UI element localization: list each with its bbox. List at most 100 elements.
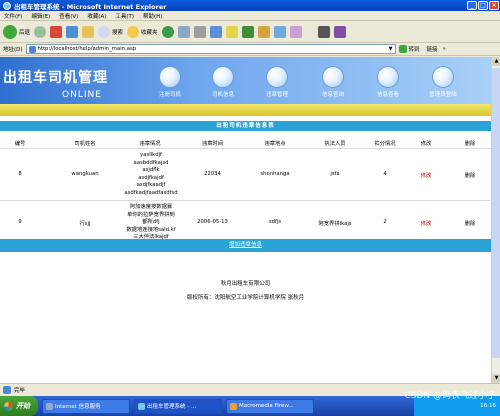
section-title: 出租司机违章信息表 [0,121,491,131]
go-button[interactable]: 转到 [398,45,420,53]
edit-icon[interactable] [209,25,222,38]
nav-register-driver[interactable]: 注册司机 [150,66,190,98]
start-label: 开始 [16,402,30,410]
admin-login-icon [432,66,454,88]
info-view-icon [377,66,399,88]
row-id: 9 [18,219,22,225]
detail-line: asdjfkajdf [138,174,164,181]
search-button[interactable]: 搜索 [98,25,124,38]
messenger-icon[interactable] [241,25,254,38]
address-bar: 地址(D) http://localhost/help/admin_main.a… [0,43,500,56]
back-button[interactable]: 后退 [3,24,31,39]
scroll-down-icon[interactable]: ▼ [492,374,500,383]
history-icon[interactable] [161,25,174,38]
print-icon[interactable] [193,25,206,38]
col-id: 编号 [14,141,26,147]
nav-admin-login[interactable]: 管理员登陆 [421,66,465,98]
web-page: 出租车司机管理 ONLINE 注册司机 司机信息 违章管理 信息查询 信息查看 … [0,57,491,383]
row-edit-cell: 修改 [410,171,442,179]
links-label[interactable]: 链接 [427,45,438,53]
add-violation-link[interactable]: 增加违章信息 [0,239,491,252]
maximize-button[interactable]: □ [478,1,488,10]
clock: 16:16 [480,403,496,409]
menu-tools[interactable]: 工具(T) [115,12,134,20]
menu-bar: 文件(F) 编辑(E) 查看(V) 收藏(A) 工具(T) 帮助(H) [0,11,500,21]
search-icon [98,25,111,38]
task-label: Macromedia Firew... [239,403,294,409]
menu-favorites[interactable]: 收藏(A) [87,12,106,20]
col-delete: 删除 [464,141,476,147]
research-icon[interactable] [257,25,270,38]
nav-label: 违章管理 [265,92,288,98]
address-input[interactable]: http://localhost/help/admin_main.asp ▼ [25,44,396,54]
col-detail: 违章情况 [139,141,161,147]
window-title: 出租车管理系统 - Microsoft Internet Explorer [14,2,167,11]
address-url: http://localhost/help/admin_main.asp [37,46,137,52]
menu-help[interactable]: 帮助(H) [143,12,162,20]
menu-file[interactable]: 文件(F) [4,12,22,20]
detail-line: 阿加速度按数据暴 [129,204,173,210]
back-arrow-icon [3,24,17,39]
nav-info-view[interactable]: 信息查看 [368,66,408,98]
row-time: 22034 [204,171,221,177]
window-titlebar: 出租车管理系统 - Microsoft Internet Explorer _ … [0,0,500,11]
vertical-scrollbar[interactable]: ▲ ▼ [491,57,500,383]
stop-icon[interactable] [50,25,63,38]
site-subtitle: ONLINE [62,90,102,100]
start-button[interactable]: 开始 [0,396,38,416]
plugin-icon[interactable] [333,25,346,38]
go-label: 转到 [408,47,420,53]
nav-info-query[interactable]: 信息查询 [313,66,353,98]
go-arrow-icon [398,45,407,53]
scroll-thumb[interactable] [492,68,500,358]
edit-link[interactable]: 修改 [421,221,432,227]
mail-icon[interactable] [177,25,190,38]
driver-info-icon [212,66,234,88]
close-button[interactable]: × [489,1,499,10]
menu-edit[interactable]: 编辑(E) [31,12,50,20]
detail-line: 单你的拉萨宽界拼到 [127,211,175,218]
media-icon[interactable] [273,25,286,38]
row-delete[interactable]: 删除 [455,219,485,227]
star-icon [127,25,140,38]
nav-label: 司机信息 [211,92,234,98]
row-detail: yasllkdjf aasbddfkajsd asjdflk asdjfkajd… [118,152,184,197]
forward-arrow-icon[interactable] [34,25,47,38]
task-ie[interactable]: 出租车管理系统 - ... [134,398,222,414]
row-place: shenhanga [260,171,290,177]
discuss-icon[interactable] [225,25,238,38]
row-delete[interactable]: 删除 [455,171,485,179]
detail-line: 数据地连接地sald.kf [126,226,176,233]
task-iis[interactable]: Internet 信息服务 [42,398,130,414]
back-label: 后退 [19,29,31,36]
tools-extra-icon[interactable] [289,25,302,38]
watermark: CSDN @码农飞过小子 [404,391,496,401]
browser-toolbar: 后退 搜索 收藏夹 [0,21,500,43]
dropdown-arrow-icon[interactable]: ▼ [389,46,393,52]
page-done-icon [3,386,11,394]
row-time: 2006-05-13 [197,219,228,225]
minimize-button[interactable]: _ [467,1,477,10]
home-icon[interactable] [82,25,95,38]
menu-view[interactable]: 查看(V) [59,12,78,20]
nav-violation-manage[interactable]: 违章管理 [257,66,297,98]
row-points: 4 [383,171,387,177]
links-chevron-icon[interactable]: » [443,46,446,52]
page-icon [28,45,36,53]
refresh-icon[interactable] [66,25,79,38]
task-fireworks[interactable]: Macromedia Firew... [226,398,314,414]
company-name: 秋月出租车有限公司 [220,281,271,287]
register-driver-icon [159,66,181,88]
task-label: Internet 信息服务 [55,404,101,410]
detail-line: aasbddfkajsd [133,159,169,166]
violation-manage-icon [266,66,288,88]
edit-link[interactable]: 修改 [421,173,432,179]
search-label: 搜索 [112,29,124,36]
film-icon[interactable] [317,25,330,38]
site-banner: 出租车司机管理 ONLINE 注册司机 司机信息 违章管理 信息查询 信息查看 … [0,57,491,104]
scroll-up-icon[interactable]: ▲ [492,57,500,66]
favorites-button[interactable]: 收藏夹 [127,25,158,38]
detail-line: asdfkadjfaadfasdfsd [124,189,178,196]
col-place: 违章地点 [264,141,286,147]
nav-driver-info[interactable]: 司机信息 [203,66,243,98]
